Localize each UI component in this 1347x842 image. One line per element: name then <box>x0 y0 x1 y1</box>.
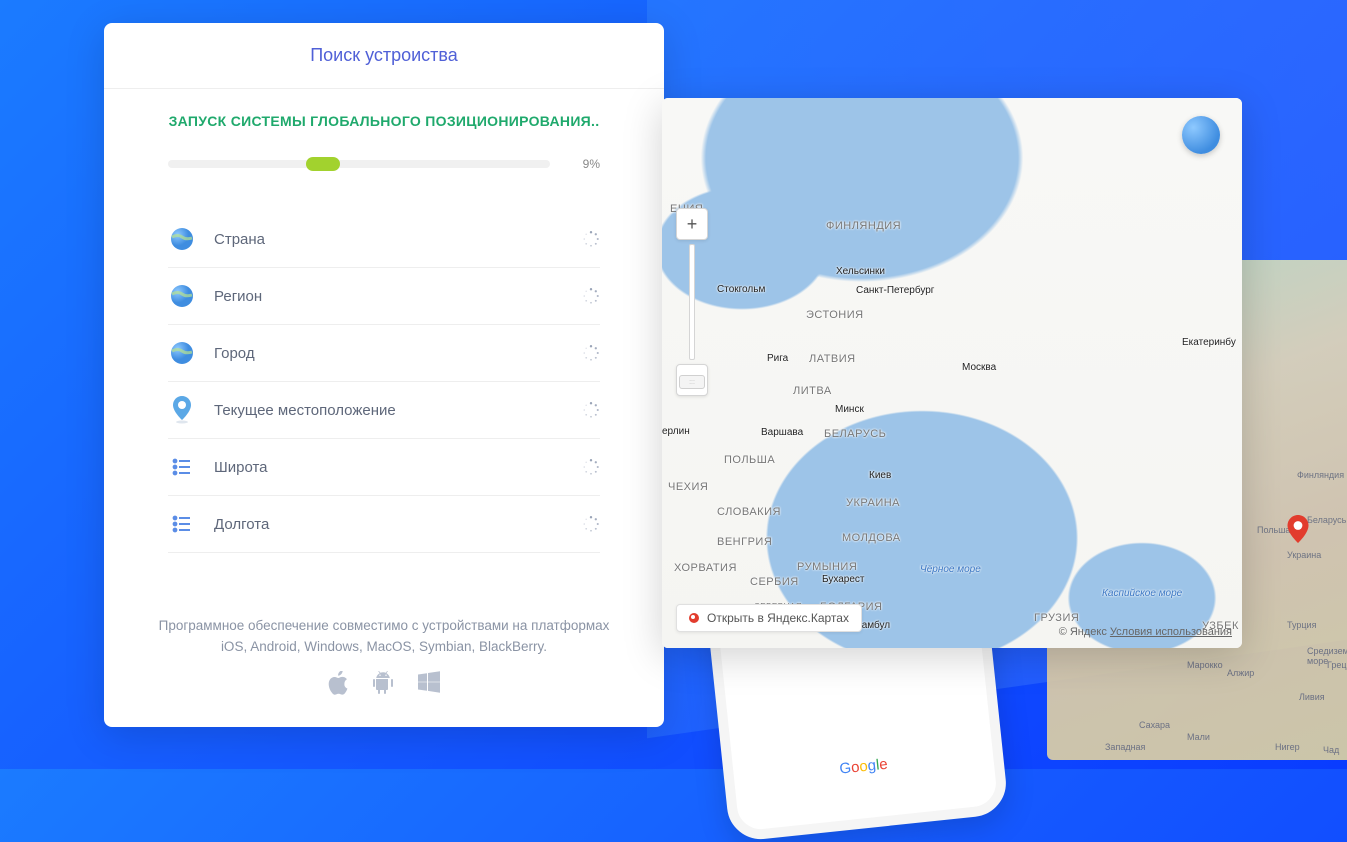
loading-spinner-icon <box>582 458 600 476</box>
globe-icon <box>168 282 196 310</box>
field-label: Широта <box>214 459 564 476</box>
map-label-country: ФИНЛЯНДИЯ <box>826 220 901 232</box>
bg-map-label: Чад <box>1323 745 1339 755</box>
map-label-country: ХОРВАТИЯ <box>674 562 737 574</box>
field-label: Регион <box>214 288 564 305</box>
map-copyright: © Яндекс Условия использования <box>1059 626 1232 638</box>
map-label-country: УКРАИНА <box>846 497 900 509</box>
map-label-city: ерлин <box>662 426 690 437</box>
field-row: Долгота <box>168 496 600 553</box>
map-label-country: БЕЛАРУСЬ <box>824 428 886 440</box>
field-label: Страна <box>214 231 564 248</box>
bg-map-label: Средиземное море <box>1307 646 1347 666</box>
terms-link[interactable]: Условия использования <box>1110 626 1232 638</box>
map-label-city: Москва <box>962 362 996 373</box>
zoom-in-button[interactable]: + <box>676 208 708 240</box>
map-label-country: СЕРБИЯ <box>750 576 799 588</box>
bg-map-label: Беларусь <box>1307 515 1346 525</box>
bg-map-label: Алжир <box>1227 668 1254 678</box>
progress-percent: 9% <box>570 157 600 171</box>
status-text: ЗАПУСК СИСТЕМЫ ГЛОБАЛЬНОГО ПОЗИЦИОНИРОВА… <box>168 113 600 129</box>
loading-spinner-icon <box>582 515 600 533</box>
bg-map-label: Мали <box>1187 732 1210 742</box>
map-label-city: Бухарест <box>822 574 865 585</box>
bg-map-label: Украина <box>1287 550 1321 560</box>
map-label-city: Варшава <box>761 427 803 438</box>
field-label: Город <box>214 345 564 362</box>
map-label-city: Стокгольм <box>717 284 765 295</box>
field-row: Город <box>168 325 600 382</box>
map-label-country: ЧЕХИЯ <box>668 481 708 493</box>
bg-map-label: Марокко <box>1187 660 1223 670</box>
zoom-controls: + ::: − <box>676 208 708 396</box>
map-label-water: Каспийское море <box>1102 588 1182 599</box>
field-label: Долгота <box>214 516 564 533</box>
platform-icons <box>144 671 624 701</box>
loading-spinner-icon <box>582 230 600 248</box>
field-row: Текущее местоположение <box>168 382 600 439</box>
bg-map-label: Ливия <box>1299 692 1325 702</box>
progress-bar <box>168 160 550 168</box>
field-label: Текущее местоположение <box>214 402 564 419</box>
zoom-slider-handle[interactable]: ::: <box>679 375 705 389</box>
footer-text: Программное обеспечение совместимо с уст… <box>144 616 624 657</box>
map-label-country: ГРУЗИЯ <box>1034 612 1079 624</box>
bg-map-label: Западная <box>1105 742 1145 752</box>
bg-map-label: Сахара <box>1139 720 1170 730</box>
field-row: Регион <box>168 268 600 325</box>
list-icon <box>168 453 196 481</box>
windows-icon <box>418 671 440 701</box>
device-search-panel: Поиск устроиства ЗАПУСК СИСТЕМЫ ГЛОБАЛЬН… <box>104 23 664 727</box>
map-label-city: Минск <box>835 404 864 415</box>
map-label-country: ЭСТОНИЯ <box>806 309 864 321</box>
pin-icon <box>168 396 196 424</box>
bg-map-label: Польша <box>1257 525 1290 535</box>
map-label-city: Хельсинки <box>836 266 885 277</box>
background-map-marker-icon <box>1287 515 1309 543</box>
globe-icon <box>168 339 196 367</box>
map-label-country: СЛОВАКИЯ <box>717 506 781 518</box>
open-link-label: Открыть в Яндекс.Картах <box>707 611 849 625</box>
map-label-country: ВЕНГРИЯ <box>717 536 772 548</box>
map-label-country: ЛАТВИЯ <box>809 353 856 365</box>
map-card[interactable]: ФИНЛЯНДИЯ ЭСТОНИЯ ЛАТВИЯ ЛИТВА БЕЛАРУСЬ ПОЛЬШ… <box>662 98 1242 648</box>
bg-map-label: Турция <box>1287 620 1316 630</box>
map-label-water: Чёрное море <box>920 564 981 575</box>
map-label-city: Рига <box>767 353 788 364</box>
loading-spinner-icon <box>582 344 600 362</box>
loading-spinner-icon <box>582 401 600 419</box>
list-icon <box>168 510 196 538</box>
open-in-yandex-link[interactable]: Открыть в Яндекс.Картах <box>676 604 862 632</box>
progress-bar-row: 9% <box>168 157 600 171</box>
field-row: Страна <box>168 211 600 268</box>
loading-spinner-icon <box>582 287 600 305</box>
map-label-country: ПОЛЬША <box>724 454 775 466</box>
copyright-brand: © Яндекс <box>1059 626 1107 638</box>
globe-view-button[interactable] <box>1182 116 1220 154</box>
bg-map-label: Финляндия <box>1297 470 1344 480</box>
map-label-city: Екатеринбу <box>1182 337 1236 348</box>
android-icon <box>372 671 394 701</box>
bg-map-label: Нигер <box>1275 742 1300 752</box>
map-label-country: РУМЫНИЯ <box>797 561 857 573</box>
zoom-slider-track[interactable]: ::: <box>689 244 695 360</box>
apple-icon <box>328 671 348 701</box>
map-pin-icon <box>689 613 699 623</box>
progress-knob <box>306 157 340 171</box>
map-label-city: Киев <box>869 470 891 481</box>
map-label-country: ЛИТВА <box>793 385 832 397</box>
panel-title: Поиск устроиства <box>104 23 664 89</box>
map-label-city: Санкт-Петербург <box>856 285 934 296</box>
field-row: Широта <box>168 439 600 496</box>
globe-icon <box>168 225 196 253</box>
map-label-country: МОЛДОВА <box>842 532 901 544</box>
